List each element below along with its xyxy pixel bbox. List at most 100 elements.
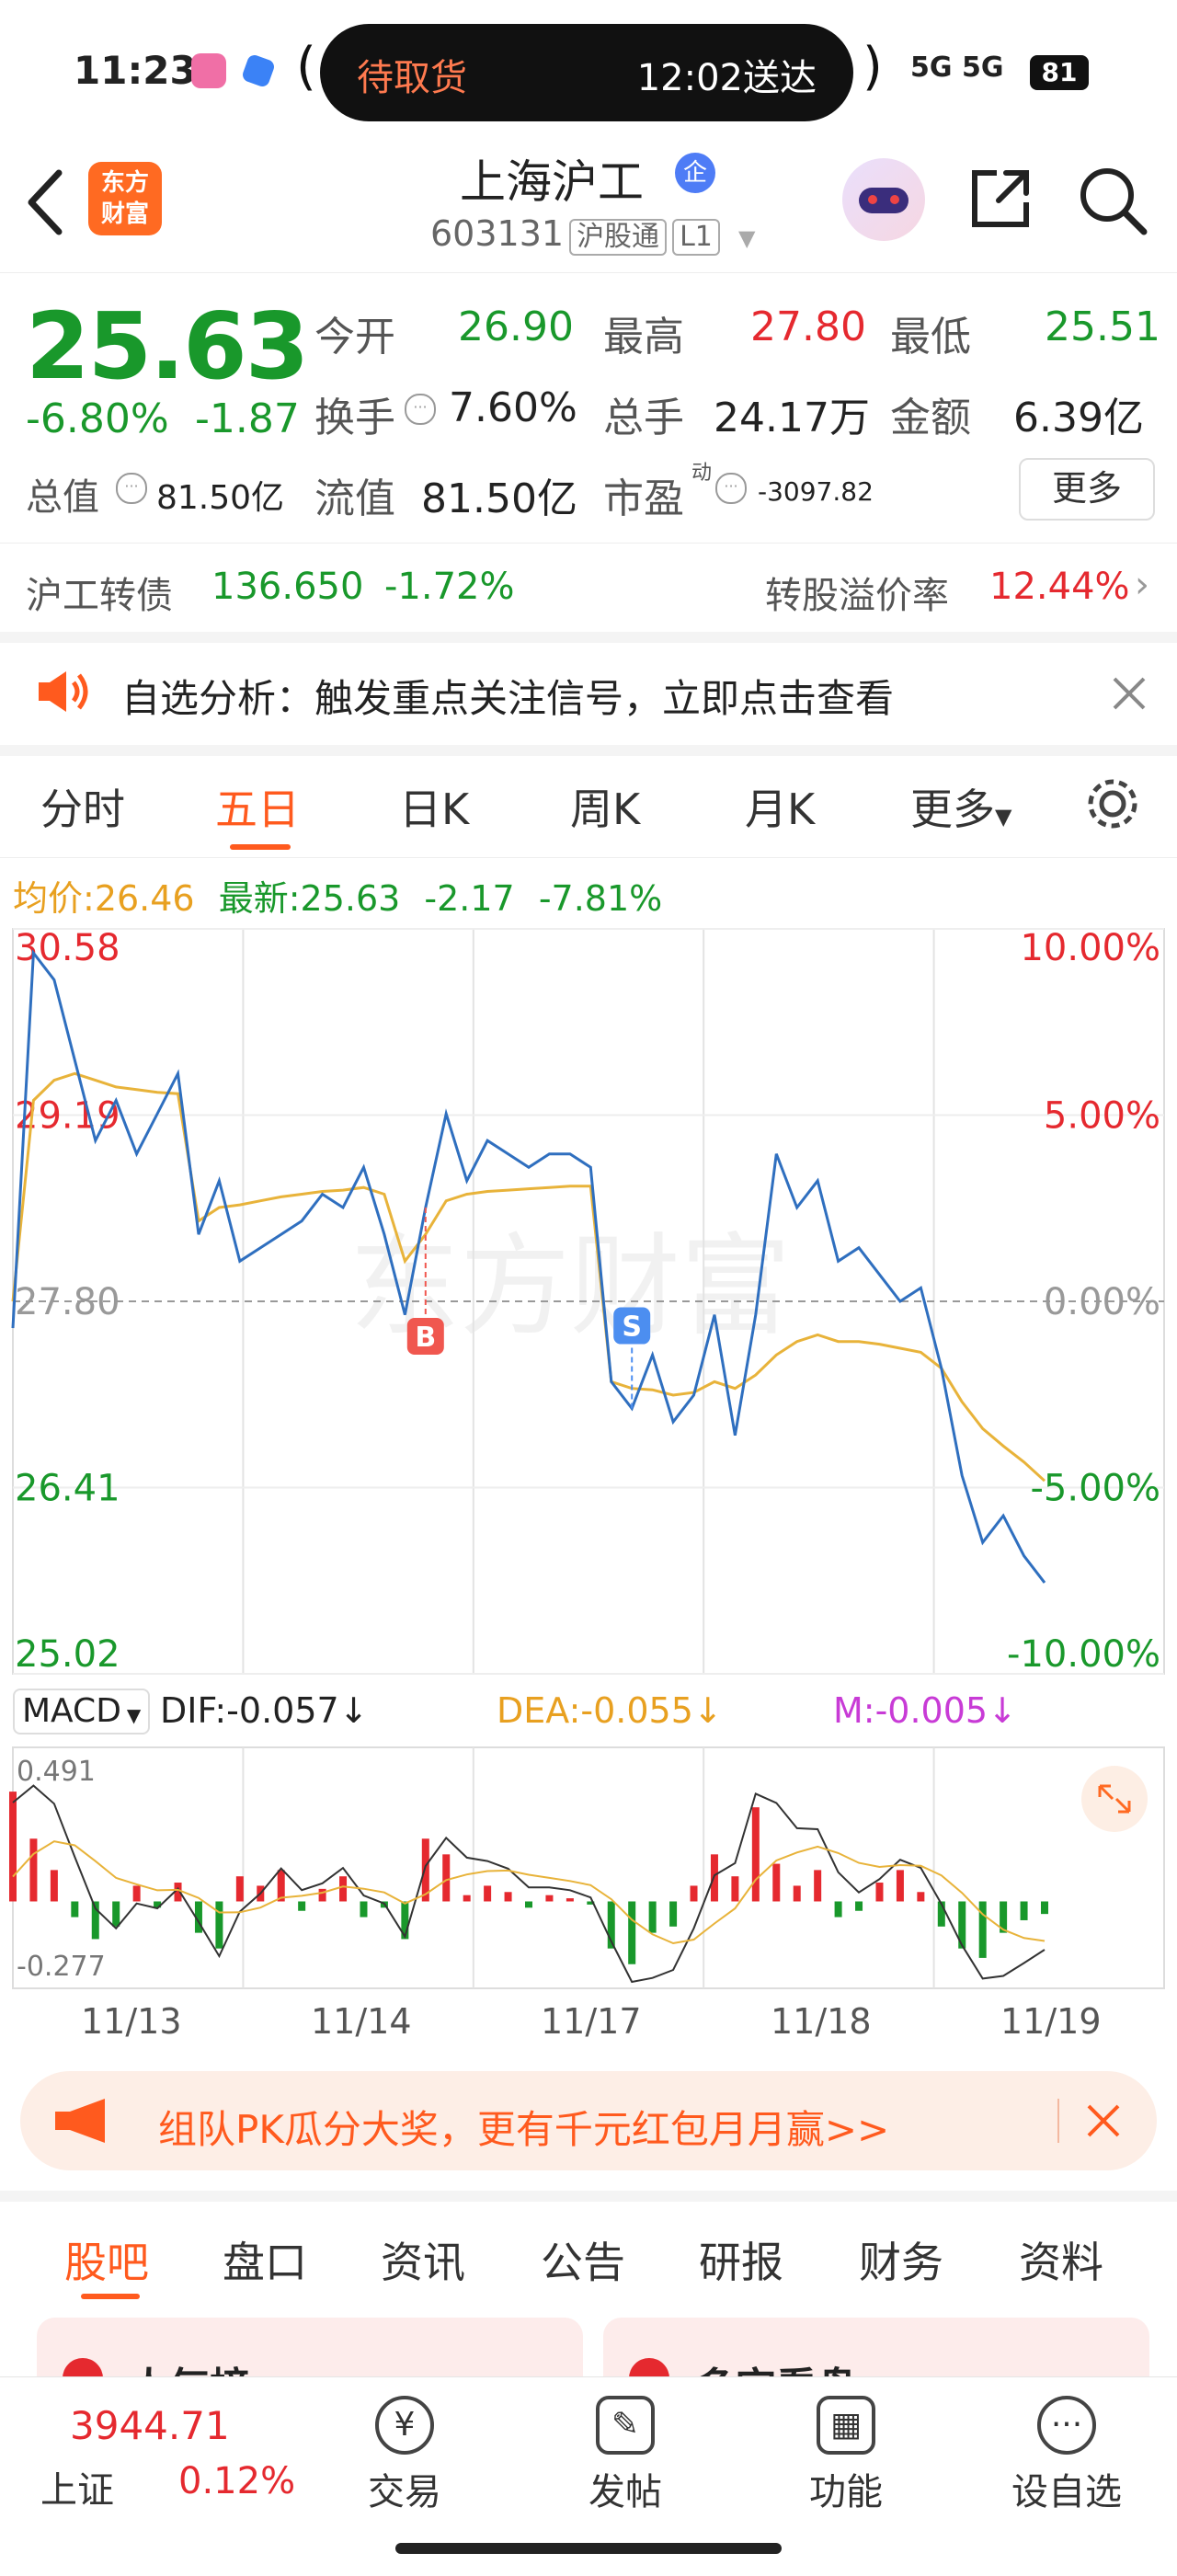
macd-selector-label: MACD xyxy=(22,1692,121,1730)
macd-chart[interactable]: 0.491 -0.277 xyxy=(0,1744,1177,1992)
tab-financials[interactable]: 财务 xyxy=(859,2229,943,2290)
macd-bar xyxy=(525,1901,532,1908)
delivery-pill[interactable]: 待取货 12:02送达 xyxy=(320,24,853,121)
change-pct: -6.80% xyxy=(26,395,169,442)
y-tick-left: 25.02 xyxy=(15,1633,120,1676)
robot-avatar-icon[interactable] xyxy=(842,158,925,241)
bond-name: 沪工转债 xyxy=(26,575,173,617)
macd-bar xyxy=(834,1901,842,1918)
convertible-bond-row[interactable]: 沪工转债 136.650 -1.72% 转股溢价率 12.44% › xyxy=(0,543,1177,643)
signal-icon: 5G 5G xyxy=(910,52,1004,84)
pe-label: 市盈 xyxy=(603,475,684,522)
current-price: 25.63 xyxy=(26,292,309,400)
settings-gear-icon[interactable] xyxy=(1083,774,1142,833)
paren-left-icon: ( xyxy=(296,37,316,97)
bond-price: 136.650 xyxy=(211,566,364,608)
tab-daily-k[interactable]: 日K xyxy=(399,776,469,837)
macd-dif: DIF:-0.057↓ xyxy=(160,1690,369,1731)
caret-down-icon: ▼ xyxy=(126,1704,142,1726)
chart-info-line: 均价:26.46 最新:25.63 -2.17 -7.81% xyxy=(13,870,662,921)
tab-announcements[interactable]: 公告 xyxy=(541,2229,625,2290)
bond-change: -1.72% xyxy=(384,566,515,608)
info-icon[interactable]: ··· xyxy=(715,473,747,504)
stock-code: 603131 xyxy=(430,213,565,254)
back-arrow-icon[interactable] xyxy=(22,166,68,239)
x-label: 11/14 xyxy=(311,2001,412,2042)
macd-bar xyxy=(339,1876,348,1902)
macd-bar xyxy=(112,1901,120,1927)
turnover-value: 7.60% xyxy=(449,384,577,431)
connect-tag: 沪股通 xyxy=(569,219,668,256)
more-dots-icon: ··· xyxy=(1037,2396,1096,2455)
nav-trade[interactable]: ¥ 交易 xyxy=(340,2396,469,2515)
nav-add-watchlist[interactable]: ··· 设自选 xyxy=(1002,2396,1131,2515)
caret-down-icon: ▼ xyxy=(995,804,1012,830)
info-icon[interactable]: ··· xyxy=(116,473,147,504)
macd-bar xyxy=(978,1901,987,1958)
tab-order-book[interactable]: 盘口 xyxy=(223,2229,307,2290)
low-label: 最低 xyxy=(890,314,971,361)
close-icon[interactable] xyxy=(1085,2102,1122,2139)
status-time: 11:23 xyxy=(74,48,197,93)
macd-bar xyxy=(442,1854,451,1902)
edit-icon: ✎ xyxy=(596,2396,655,2455)
float-value: 81.50亿 xyxy=(421,475,577,522)
macd-frame xyxy=(12,1746,1165,1989)
index-name: 上证 xyxy=(40,2469,114,2512)
home-indicator xyxy=(395,2543,782,2554)
share-icon[interactable] xyxy=(966,164,1035,234)
chevron-right-icon: › xyxy=(1135,564,1149,606)
tab-profile[interactable]: 资料 xyxy=(1019,2229,1103,2290)
speaker-icon xyxy=(39,671,88,712)
macd-bar xyxy=(71,1901,79,1918)
macd-histogram xyxy=(9,1792,1048,1964)
five-day-price-chart[interactable]: 东方财富 30.58 10.00%29.19 5.00%27.80 0.00%26.4… xyxy=(0,920,1177,1683)
bottom-nav: 3944.71 上证 0.12% ¥ 交易 ✎ 发帖 ▦ 功能 ··· 设自选 xyxy=(0,2376,1177,2576)
macd-bar xyxy=(875,1883,884,1902)
tab-news[interactable]: 资讯 xyxy=(381,2229,465,2290)
nav-functions[interactable]: ▦ 功能 xyxy=(782,2396,910,2515)
yen-icon: ¥ xyxy=(375,2396,434,2455)
content-tabs: 股吧 盘口 资讯 公告 研报 财务 资料 xyxy=(0,2191,1177,2312)
promo-banner[interactable]: 组队PK瓜分大奖，更有千元红包月月赢>> xyxy=(20,2071,1157,2170)
macd-bar xyxy=(855,1901,863,1911)
y-tick-right: 0.00% xyxy=(1044,1281,1160,1323)
tab-guba[interactable]: 股吧 xyxy=(64,2229,149,2290)
macd-bar xyxy=(731,1876,739,1902)
search-icon[interactable] xyxy=(1076,164,1149,237)
divider xyxy=(1057,2099,1059,2143)
info-icon[interactable]: ··· xyxy=(405,394,436,425)
y-tick-left: 30.58 xyxy=(15,927,120,969)
index-value[interactable]: 3944.71 xyxy=(70,2403,230,2448)
macd-bar xyxy=(215,1901,223,1949)
app-notification-icon xyxy=(240,52,277,89)
amount-value: 6.39亿 xyxy=(1013,395,1144,441)
latest-change-pct: -7.81% xyxy=(538,878,663,919)
bilibili-icon xyxy=(191,53,226,88)
macd-selector[interactable]: MACD ▼ xyxy=(13,1689,151,1735)
paren-right-icon: ) xyxy=(863,37,883,97)
tab-five-day[interactable]: 五日 xyxy=(215,776,300,837)
close-icon[interactable] xyxy=(1111,675,1148,712)
tab-research[interactable]: 研报 xyxy=(699,2229,783,2290)
nav-post-label: 发帖 xyxy=(588,2471,662,2513)
tab-weekly-k[interactable]: 周K xyxy=(570,776,640,837)
nav-post[interactable]: ✎ 发帖 xyxy=(561,2396,690,2515)
y-tick-left: 26.41 xyxy=(15,1468,120,1510)
volume-label: 总手 xyxy=(603,395,684,441)
more-button[interactable]: 更多 xyxy=(1019,458,1155,521)
active-tab-indicator xyxy=(81,2294,140,2299)
logo-line2: 财富 xyxy=(100,200,149,228)
y-tick-right: -10.00% xyxy=(1007,1633,1160,1676)
stock-header: 东方 财富 上海沪工 企 603131 沪股通 L1 ▼ xyxy=(0,138,1177,273)
macd-bar xyxy=(318,1888,326,1902)
macd-bar xyxy=(9,1792,17,1902)
tab-more[interactable]: 更多▼ xyxy=(910,776,1011,837)
analysis-notice[interactable]: 自选分析：触发重点关注信号，立即点击查看 xyxy=(0,644,1177,756)
expand-button[interactable] xyxy=(1081,1766,1148,1832)
tab-intraday[interactable]: 分时 xyxy=(40,776,125,837)
stock-code-row[interactable]: 603131 沪股通 L1 ▼ xyxy=(430,213,755,256)
status-bar: 11:23 ( 待取货 12:02送达 ) 5G 5G 81 xyxy=(0,0,1177,138)
tab-monthly-k[interactable]: 月K xyxy=(745,776,815,837)
latest-label: 最新: xyxy=(218,878,301,919)
